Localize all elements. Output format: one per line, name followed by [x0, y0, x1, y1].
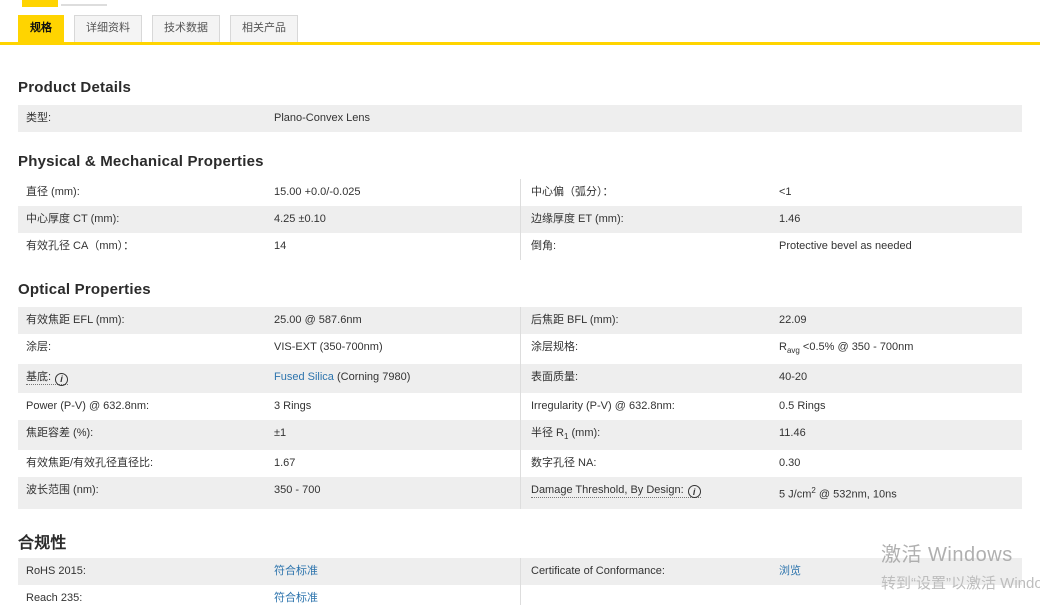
- spec-label-wavelength-range: 波长范围 (nm):: [26, 483, 99, 496]
- spec-label-na: 数字孔径 NA:: [531, 456, 597, 469]
- spec-label-irregularity: Irregularity (P-V) @ 632.8nm:: [531, 399, 675, 412]
- spec-tabbar: 规格 详细资料 技术数据 相关产品: [0, 0, 1040, 42]
- spec-value-centration: <1: [779, 186, 792, 198]
- fused-silica-link[interactable]: Fused Silica: [274, 371, 334, 383]
- spec-label-surface-quality: 表面质量:: [531, 371, 579, 384]
- spec-label-bfl: 后焦距 BFL (mm):: [531, 314, 619, 326]
- reach-compliant-link[interactable]: 符合标准: [274, 592, 318, 604]
- spec-label-f-number: 有效焦距/有效孔径直径比:: [26, 456, 154, 469]
- spec-value-bfl: 22.09: [779, 314, 807, 326]
- table-row: 有效孔径 CA（mm）： 14 倒角: Protective bevel as …: [18, 233, 1022, 260]
- spec-value-f-number: 1.67: [274, 456, 296, 469]
- spec-value-damage-threshold: 5 J/cm2 @ 532nm, 10ns: [779, 485, 897, 501]
- section-title-compliance: 合规性: [18, 534, 67, 552]
- spec-label-radius-r1: 半径 R1 (mm):: [531, 426, 601, 441]
- coc-view-link[interactable]: 浏览: [779, 565, 801, 577]
- spec-value-surface-quality: 40-20: [779, 371, 808, 384]
- spec-label-substrate: 基底: i: [26, 371, 274, 386]
- spec-label-bevel: 倒角:: [531, 240, 557, 252]
- table-row: RoHS 2015: 符合标准 Certificate of Conforman…: [18, 557, 1022, 585]
- spec-label-power: Power (P-V) @ 632.8nm:: [26, 399, 150, 412]
- table-row: 基底: i Fused Silica (Corning 7980) 表面质量: 4…: [18, 364, 1022, 393]
- spec-value-center-thickness: 4.25 ±0.10: [274, 213, 326, 225]
- table-row: 波长范围 (nm): 350 - 700 Damage Threshold, B…: [18, 476, 1022, 509]
- spec-value-diameter: 15.00 +0.0/-0.025: [274, 186, 361, 198]
- table-row: 类型: Plano-Convex Lens: [18, 105, 1022, 132]
- spec-value-edge-thickness: 1.46: [779, 213, 801, 225]
- spec-label-coating-spec: 涂层规格:: [531, 341, 579, 353]
- spec-label-efl: 有效焦距 EFL (mm):: [26, 314, 125, 326]
- table-row: Reach 235: 符合标准: [18, 584, 1022, 605]
- tab-underline-bar: [0, 42, 1040, 45]
- spec-value-irregularity: 0.5 Rings: [779, 399, 826, 412]
- spec-label-fl-tolerance: 焦距容差 (%):: [26, 426, 94, 439]
- spec-value-na: 0.30: [779, 456, 801, 469]
- spec-value-fl-tolerance: ±1: [274, 426, 287, 439]
- spec-label-rohs: RoHS 2015:: [26, 564, 86, 577]
- table-row: 涂层: VIS-EXT (350-700nm) 涂层规格: Ravg <0.5%…: [18, 334, 1022, 365]
- table-row: 有效焦距 EFL (mm): 25.00 @ 587.6nm 后焦距 BFL (…: [18, 307, 1022, 334]
- table-row: Power (P-V) @ 632.8nm: 3 Rings Irregular…: [18, 392, 1022, 420]
- table-row: 中心厚度 CT (mm): 4.25 ±0.10 边缘厚度 ET (mm): 1…: [18, 206, 1022, 233]
- spec-label-clear-aperture: 有效孔径 CA（mm）：: [26, 240, 135, 252]
- tab-technical-data[interactable]: 技术数据: [152, 15, 220, 42]
- spec-value-efl: 25.00 @ 587.6nm: [274, 314, 362, 326]
- spec-label-type: 类型:: [26, 112, 52, 124]
- spec-value-radius-r1: 11.46: [779, 426, 806, 439]
- spec-label-coating: 涂层:: [26, 341, 52, 353]
- section-title-optical: Optical Properties: [18, 281, 151, 298]
- spec-value-coating-spec: Ravg <0.5% @ 350 - 700nm: [779, 341, 914, 356]
- spec-value-coating: VIS-EXT (350-700nm): [274, 341, 383, 353]
- tab-details[interactable]: 详细资料: [74, 15, 142, 42]
- cutoff-yellow-fragment: [22, 0, 58, 7]
- section-title-physical: Physical & Mechanical Properties: [18, 153, 264, 170]
- spec-value-rohs: 符合标准: [274, 565, 512, 578]
- spec-value-bevel: Protective bevel as needed: [779, 240, 912, 252]
- spec-content: Product Details 类型: Plano-Convex Lens Ph…: [0, 79, 1040, 605]
- spec-value-substrate: Fused Silica (Corning 7980): [274, 371, 411, 384]
- spec-value-wavelength-range: 350 - 700: [274, 483, 321, 496]
- info-icon[interactable]: i: [55, 372, 69, 386]
- spec-label-center-thickness: 中心厚度 CT (mm):: [26, 213, 120, 225]
- tab-specs[interactable]: 规格: [18, 15, 64, 42]
- info-icon[interactable]: i: [687, 485, 701, 499]
- rohs-compliant-link[interactable]: 符合标准: [274, 565, 318, 577]
- tab-related-products[interactable]: 相关产品: [230, 15, 298, 42]
- section-title-product-details: Product Details: [18, 79, 132, 96]
- table-row: 直径 (mm): 15.00 +0.0/-0.025 中心偏（弧分）： <1: [18, 179, 1022, 206]
- spec-value-coc: 浏览: [779, 565, 1014, 578]
- spec-value-power: 3 Rings: [274, 399, 312, 412]
- spec-value-type: Plano-Convex Lens: [274, 112, 371, 124]
- spec-value-clear-aperture: 14: [274, 240, 287, 252]
- spec-label-edge-thickness: 边缘厚度 ET (mm):: [531, 213, 624, 225]
- cutoff-gray-fragment: [61, 4, 107, 6]
- spec-label-coc: Certificate of Conformance:: [531, 564, 665, 577]
- spec-label-centration: 中心偏（弧分）：: [531, 186, 614, 198]
- spec-label-diameter: 直径 (mm):: [26, 186, 80, 198]
- spec-label-reach: Reach 235:: [26, 591, 83, 604]
- spec-label-damage-threshold: Damage Threshold, By Design: i: [531, 483, 779, 502]
- spec-page: 规格 详细资料 技术数据 相关产品 Product Details 类型: Pl…: [0, 0, 1040, 605]
- table-row: 有效焦距/有效孔径直径比: 1.67 数字孔径 NA: 0.30: [18, 449, 1022, 477]
- spec-value-reach: 符合标准: [274, 592, 512, 605]
- table-row: 焦距容差 (%): ±1 半径 R1 (mm): 11.46: [18, 419, 1022, 450]
